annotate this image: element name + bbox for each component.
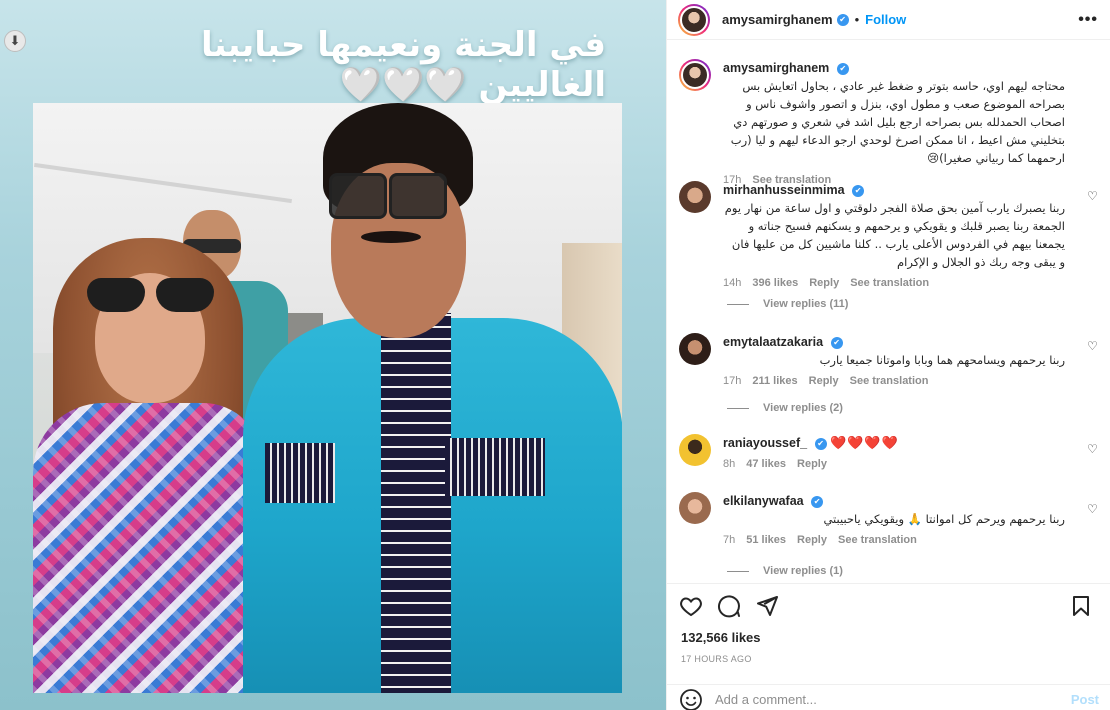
add-comment-bar: Post — [667, 684, 1110, 710]
photo-man-mustache — [361, 231, 421, 243]
verified-badge-icon: ✔ — [836, 13, 849, 26]
comment-username[interactable]: elkilanywafaa — [723, 494, 804, 508]
replies-divider — [727, 570, 749, 572]
replies-divider — [727, 407, 749, 409]
author-username[interactable]: amysamirghanem — [722, 12, 833, 27]
view-replies-button[interactable]: View replies (11) — [727, 298, 848, 310]
photo-man-pocket-left — [265, 443, 335, 503]
comments-list[interactable]: amysamirghanem ✔ محتاجه ليهم اوي، حاسه ب… — [667, 41, 1110, 583]
post-banner-text: في الجنة ونعيمها حبايبنا الغاليين 🤍🤍🤍 — [200, 25, 606, 105]
comment-username[interactable]: raniayoussef_ — [723, 436, 807, 450]
comment-likes[interactable]: 47 likes — [746, 458, 786, 470]
like-heart-icon[interactable] — [679, 594, 703, 618]
comment-see-translation[interactable]: See translation — [850, 277, 929, 289]
caption-username[interactable]: amysamirghanem — [723, 61, 829, 75]
verified-badge-icon: ✔ — [811, 495, 824, 508]
comment-reply-button[interactable]: Reply — [797, 458, 827, 470]
comment-avatar[interactable] — [679, 434, 711, 466]
comment-time[interactable]: 17h — [723, 375, 741, 387]
likes-count[interactable]: 132,566 likes — [681, 630, 761, 645]
verified-badge-icon: ✔ — [852, 184, 865, 197]
verified-badge-icon: ✔ — [830, 336, 843, 349]
post-actions: 132,566 likes 17 HOURS AGO Post — [667, 583, 1110, 710]
download-icon[interactable]: ⬇ — [4, 30, 26, 52]
save-bookmark-icon[interactable] — [1069, 594, 1093, 618]
comment-likes[interactable]: 211 likes — [752, 375, 797, 387]
view-replies-button[interactable]: View replies (1) — [727, 565, 843, 577]
more-options-icon[interactable]: ••• — [1078, 11, 1098, 29]
follow-button[interactable]: Follow — [865, 12, 906, 27]
post-comment-button[interactable]: Post — [1071, 692, 1099, 707]
comment-likes[interactable]: 396 likes — [752, 277, 798, 289]
comment-text: ❤️❤️❤️❤️ — [830, 435, 899, 450]
comment-likes[interactable]: 51 likes — [746, 534, 786, 546]
author-avatar[interactable] — [678, 3, 710, 36]
post-header: amysamirghanem ✔ • Follow ••• — [667, 0, 1110, 40]
comment-see-translation[interactable]: See translation — [838, 534, 917, 546]
view-replies-label[interactable]: View replies (1) — [763, 565, 843, 577]
comment-avatar[interactable] — [679, 333, 711, 365]
post-media[interactable]: ⬇ في الجنة ونعيمها حبايبنا الغاليين 🤍🤍🤍 — [0, 0, 666, 710]
comment-time[interactable]: 8h — [723, 458, 735, 470]
header-separator: • — [854, 12, 860, 27]
view-replies-button[interactable]: View replies (2) — [727, 402, 843, 414]
like-comment-heart-icon[interactable]: ♡ — [1087, 339, 1099, 353]
comment-reply-button[interactable]: Reply — [809, 375, 839, 387]
comment-avatar[interactable] — [679, 492, 711, 524]
action-buttons — [679, 594, 779, 618]
comment-bubble-icon[interactable] — [717, 594, 741, 618]
verified-badge-icon: ✔ — [814, 437, 827, 450]
like-comment-heart-icon[interactable]: ♡ — [1087, 189, 1099, 203]
post-timestamp[interactable]: 17 HOURS AGO — [681, 654, 752, 664]
like-comment-heart-icon[interactable]: ♡ — [1087, 502, 1099, 516]
caption-text: محتاجه ليهم اوي، حاسه بتوتر و ضغط غير عا… — [730, 79, 1065, 165]
comment-text: ربنا يرحمهم ويسامحهم هما وبابا واموتانا … — [819, 353, 1065, 367]
comment-time[interactable]: 14h — [723, 277, 741, 289]
replies-divider — [727, 303, 749, 305]
comment-avatar[interactable] — [679, 181, 711, 213]
caption-avatar[interactable] — [679, 59, 711, 91]
comment-time[interactable]: 7h — [723, 534, 735, 546]
photo-woman-dress — [33, 403, 263, 693]
photo-man-sunglasses — [329, 173, 447, 219]
post-photo — [33, 103, 622, 693]
photo-man-shirt-embroidery — [381, 313, 451, 693]
comment-reply-button[interactable]: Reply — [809, 277, 839, 289]
photo-woman-sunglasses — [83, 278, 218, 316]
comment-reply-button[interactable]: Reply — [797, 534, 827, 546]
emoji-icon[interactable] — [679, 688, 703, 710]
verified-badge-icon: ✔ — [836, 62, 849, 75]
post-sidebar: amysamirghanem ✔ • Follow ••• amysamirgh… — [666, 0, 1110, 710]
like-comment-heart-icon[interactable]: ♡ — [1087, 442, 1099, 456]
comment-text: ربنا يرحمهم ويرحم كل اموانتا 🙏 ويقويكي ي… — [823, 512, 1065, 526]
view-replies-label[interactable]: View replies (2) — [763, 402, 843, 414]
view-replies-label[interactable]: View replies (11) — [763, 298, 848, 310]
comment-username[interactable]: emytalaatzakaria — [723, 335, 823, 349]
share-paper-plane-icon[interactable] — [755, 594, 779, 618]
photo-man-pocket-right — [445, 438, 545, 496]
comment-see-translation[interactable]: See translation — [850, 375, 929, 387]
comment-input[interactable] — [715, 692, 1045, 707]
comment-text: ربنا يصبرك يارب آمين بحق صلاة الفجر دلوق… — [724, 201, 1065, 269]
comment-username[interactable]: mirhanhusseinmima — [723, 183, 845, 197]
